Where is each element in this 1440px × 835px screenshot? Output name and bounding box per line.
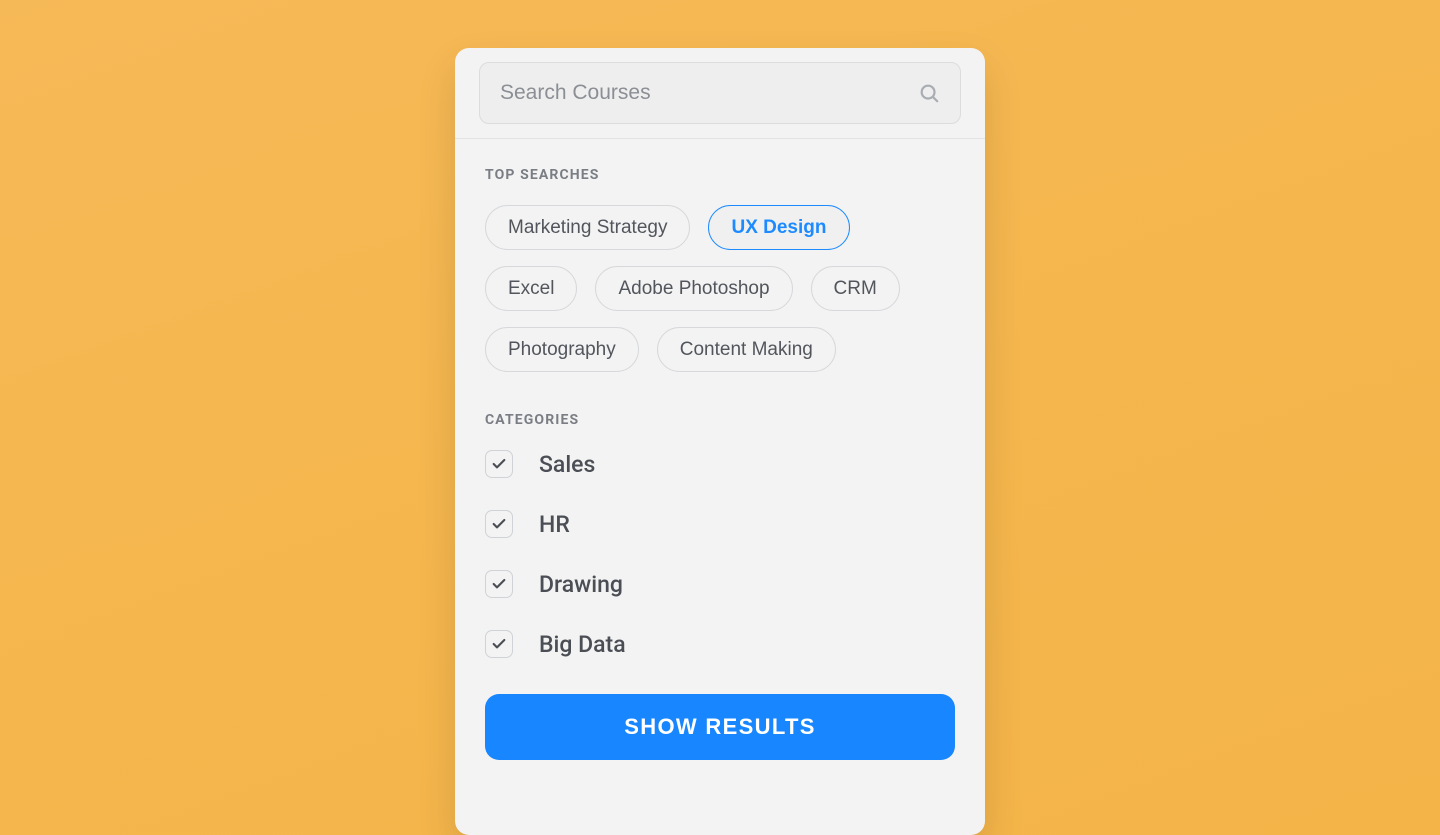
category-item-drawing[interactable]: Drawing	[485, 570, 955, 598]
checkbox-big-data[interactable]	[485, 630, 513, 658]
actions: SHOW RESULTS	[455, 694, 985, 760]
search-icon	[918, 82, 940, 104]
checkbox-drawing[interactable]	[485, 570, 513, 598]
show-results-button[interactable]: SHOW RESULTS	[485, 694, 955, 760]
check-icon	[491, 576, 507, 592]
checkbox-hr[interactable]	[485, 510, 513, 538]
check-icon	[491, 516, 507, 532]
chip-photography[interactable]: Photography	[485, 327, 639, 372]
categories-section: CATEGORIES Sales HR Drawing	[455, 384, 985, 658]
filter-card: TOP SEARCHES Marketing Strategy UX Desig…	[455, 48, 985, 835]
search-field[interactable]	[479, 62, 961, 124]
category-item-sales[interactable]: Sales	[485, 450, 955, 478]
top-searches-section: TOP SEARCHES Marketing Strategy UX Desig…	[455, 139, 985, 372]
chip-marketing-strategy[interactable]: Marketing Strategy	[485, 205, 690, 250]
category-label: Drawing	[539, 571, 623, 598]
category-label: Sales	[539, 451, 595, 478]
categories-list: Sales HR Drawing Big Data	[485, 450, 955, 658]
top-searches-chip-group: Marketing Strategy UX Design Excel Adobe…	[485, 205, 955, 372]
category-label: Big Data	[539, 631, 626, 658]
chip-ux-design[interactable]: UX Design	[708, 205, 849, 250]
categories-heading: CATEGORIES	[485, 412, 955, 428]
chip-content-making[interactable]: Content Making	[657, 327, 836, 372]
category-item-hr[interactable]: HR	[485, 510, 955, 538]
category-item-big-data[interactable]: Big Data	[485, 630, 955, 658]
check-icon	[491, 636, 507, 652]
checkbox-sales[interactable]	[485, 450, 513, 478]
search-bar	[455, 48, 985, 139]
category-label: HR	[539, 511, 570, 538]
search-input[interactable]	[500, 81, 918, 105]
chip-excel[interactable]: Excel	[485, 266, 577, 311]
check-icon	[491, 456, 507, 472]
top-searches-heading: TOP SEARCHES	[485, 167, 955, 183]
chip-adobe-photoshop[interactable]: Adobe Photoshop	[595, 266, 792, 311]
chip-crm[interactable]: CRM	[811, 266, 900, 311]
